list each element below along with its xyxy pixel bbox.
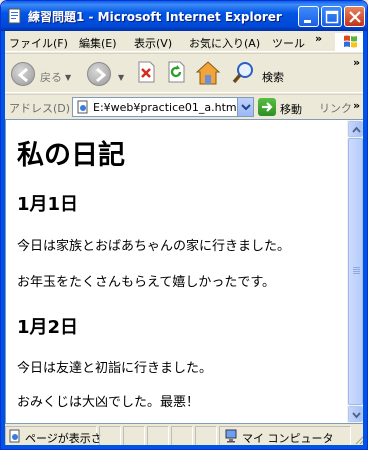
zone-text: マイ コンピュータ [242,432,334,445]
address-value: E:¥web¥practice01_a.html [93,101,240,114]
go-button[interactable]: 移動 [258,97,314,117]
window-title: 練習問題1 - Microsoft Internet Explorer [28,10,282,24]
scroll-up-button[interactable] [348,121,363,137]
back-label: 戻る [40,71,62,84]
status-pane: ページが表示さ [5,426,102,446]
menu-bar: ファイル(F) 編集(E) 表示(V) お気に入り(A) ツール » [5,31,365,52]
chevron-up-icon [352,126,361,133]
page-icon [77,100,88,114]
entry-line: おみくじは大凶でした。最悪！ [17,395,200,410]
document-icon [8,8,21,24]
home-icon [195,61,221,85]
page-viewport[interactable]: 私の日記 1月1日 今日は家族とおばあちゃんの家に行きました。 お年玉をたくさん… [5,119,365,424]
status-text: ページが表示さ [25,432,102,445]
window-frame-bottom [1,445,367,449]
scroll-thumb[interactable] [348,138,363,405]
menu-tools[interactable]: ツール [272,35,305,51]
links-overflow-chevron[interactable]: » [353,99,360,112]
refresh-button[interactable] [165,60,187,88]
entry-line: お年玉をたくさんもらえて嬉しかったです。 [17,275,276,290]
menu-file[interactable]: ファイル(F) [9,35,68,51]
forward-arrow-icon [87,62,111,86]
window-frame-left [1,31,5,449]
status-pane-empty [171,426,193,446]
browser-window: 練習問題1 - Microsoft Internet Explorer ファイル… [0,0,368,450]
address-input[interactable]: E:¥web¥practice01_a.html [72,97,254,117]
menu-view[interactable]: 表示(V) [134,35,172,51]
forward-dropdown-icon[interactable]: ▼ [118,73,124,82]
go-arrow-icon [258,98,276,116]
links-button[interactable]: リンク [319,100,352,116]
forward-button[interactable]: ▼ [87,60,127,88]
status-pane-empty [123,426,145,446]
status-pane-empty [147,426,169,446]
maximize-icon [325,10,339,24]
minimize-icon [304,20,311,23]
stop-button[interactable] [135,60,157,88]
entry-date-2: 1月2日 [17,317,79,338]
maximize-button[interactable] [321,6,342,27]
close-icon [349,11,361,23]
vertical-scrollbar[interactable] [347,120,364,423]
back-arrow-icon [11,62,35,86]
window-frame-right [363,31,367,449]
title-bar[interactable]: 練習問題1 - Microsoft Internet Explorer [1,1,367,31]
page-heading: 私の日記 [17,140,125,171]
toolbar-overflow-chevron[interactable]: » [353,56,360,69]
chevron-down-icon [241,104,251,111]
address-bar: アドレス(D) E:¥web¥practice01_a.html 移動 リンク … [5,94,365,118]
windows-logo-icon [335,33,363,51]
menu-favorites[interactable]: お気に入り(A) [189,35,260,51]
search-icon [232,62,253,84]
search-button[interactable]: 検索 [231,60,297,88]
back-dropdown-icon[interactable]: ▼ [65,73,71,82]
address-label: アドレス(D) [9,102,71,115]
security-zone-pane: マイ コンピュータ [219,426,351,446]
scroll-down-button[interactable] [348,406,363,422]
minimize-button[interactable] [298,6,319,27]
computer-icon [225,429,237,443]
menu-edit[interactable]: 編集(E) [79,35,117,51]
status-bar: ページが表示さ マイ コンピュータ [5,425,365,447]
menu-overflow-chevron[interactable]: » [315,32,322,45]
address-dropdown-button[interactable] [237,98,253,116]
home-button[interactable] [195,60,221,88]
refresh-icon [168,61,185,83]
grip-icon [353,267,360,268]
standard-toolbar: 戻る ▼ ▼ 検索 » [5,53,365,93]
page-status-icon [9,429,20,443]
search-label: 検索 [262,71,284,84]
status-pane-empty [99,426,121,446]
entry-date-1: 1月1日 [17,194,79,215]
close-button[interactable] [344,6,365,27]
go-label: 移動 [280,103,302,116]
entry-line: 今日は家族とおばあちゃんの家に行きました。 [17,239,291,254]
chevron-down-icon [352,412,361,419]
stop-icon [138,61,155,83]
back-button[interactable]: 戻る ▼ [11,60,71,88]
entry-line: 今日は友達と初詣に行きました。 [17,361,213,376]
status-pane-empty [195,426,217,446]
